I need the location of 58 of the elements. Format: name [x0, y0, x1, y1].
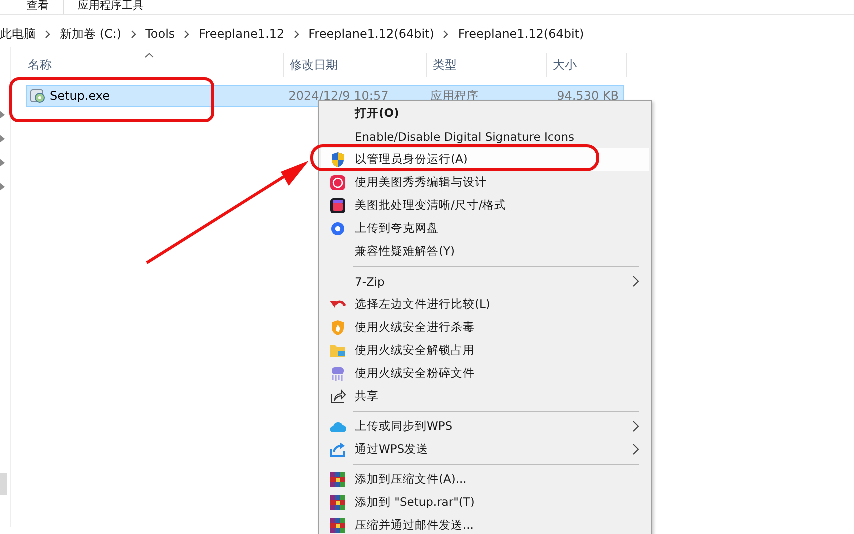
file-size: 94,530 KB — [556, 89, 620, 103]
archive-icon — [330, 472, 346, 488]
modified-date: 2024/12/9 10:57 — [288, 89, 390, 103]
breadcrumb[interactable]: Freeplane1.12(64bit) — [458, 27, 584, 41]
chevron-icon — [294, 30, 300, 38]
expand-icon[interactable] — [0, 111, 5, 119]
menu-item[interactable]: 选择左边文件进行比较(L) — [321, 293, 649, 316]
menu-item[interactable]: 上传或同步到WPS — [321, 415, 649, 438]
ribbon-tab[interactable]: 应用程序工具 — [63, 0, 158, 14]
menu-item[interactable]: 通过WPS发送 — [321, 438, 649, 461]
expand-icon[interactable] — [0, 135, 5, 143]
shredder-icon — [330, 366, 346, 380]
menu-item[interactable]: 上传到夸克网盘 — [321, 217, 649, 240]
column-header[interactable]: 修改日期 — [284, 53, 427, 77]
archive-icon — [330, 494, 346, 510]
undo-arrow-icon — [330, 298, 346, 310]
menu-item[interactable]: 兼容性疑难解答(Y) — [321, 240, 649, 263]
menu-item[interactable]: 使用火绒安全进行杀毒 — [321, 316, 649, 339]
folder-icon — [330, 344, 346, 358]
chevron-icon — [45, 30, 51, 38]
menu-item[interactable]: 压缩并通过邮件发送... — [321, 514, 649, 534]
send-icon — [330, 442, 346, 457]
expand-icon[interactable] — [0, 159, 5, 167]
breadcrumb[interactable]: Freeplane1.12(64bit) — [308, 27, 434, 41]
menu-item[interactable]: 7-Zip — [321, 270, 649, 293]
sort-caret-icon — [145, 53, 154, 58]
menu-item[interactable]: Enable/Disable Digital Signature Icons — [321, 125, 649, 148]
menu-item[interactable]: 添加到压缩文件(A)... — [321, 468, 649, 491]
flame-shield-icon — [331, 320, 345, 336]
breadcrumb[interactable]: 此电脑 — [0, 26, 36, 42]
column-header[interactable]: 名称 — [11, 53, 284, 77]
breadcrumb[interactable]: Tools — [146, 27, 176, 41]
chevron-icon — [184, 30, 190, 38]
chevron-icon — [443, 30, 450, 38]
ribbon-tab[interactable]: 查看 — [27, 0, 63, 14]
archive-icon — [330, 518, 346, 534]
menu-item[interactable]: 美图批处理变清晰/尺寸/格式 — [321, 194, 649, 217]
breadcrumb[interactable]: 新加卷 (C:) — [60, 26, 122, 42]
menu-item[interactable]: 使用火绒安全解锁占用 — [321, 339, 649, 362]
shield-icon — [331, 152, 345, 168]
menu-item[interactable]: 使用美图秀秀编辑与设计 — [321, 171, 649, 194]
menu-item[interactable]: 共享 — [321, 385, 649, 408]
app-icon — [330, 198, 346, 214]
scrollbar-thumb[interactable] — [0, 473, 7, 495]
cloud-icon — [329, 420, 347, 432]
installer-icon — [30, 88, 46, 104]
column-header[interactable]: 类型 — [427, 53, 547, 77]
column-header[interactable]: 大小 — [547, 53, 627, 77]
share-icon — [330, 389, 346, 404]
menu-item[interactable]: 添加到 "Setup.rar"(T) — [321, 491, 649, 514]
app-icon — [330, 174, 346, 190]
breadcrumb[interactable]: Freeplane1.12 — [199, 27, 285, 41]
menu-item[interactable]: 以管理员身份运行(A) — [321, 148, 649, 171]
chevron-icon — [130, 30, 137, 38]
file-name: Setup.exe — [50, 89, 110, 103]
menu-item[interactable]: 使用火绒安全粉碎文件 — [321, 362, 649, 385]
cloud-disk-icon — [331, 222, 345, 236]
expand-icon[interactable] — [0, 183, 5, 191]
